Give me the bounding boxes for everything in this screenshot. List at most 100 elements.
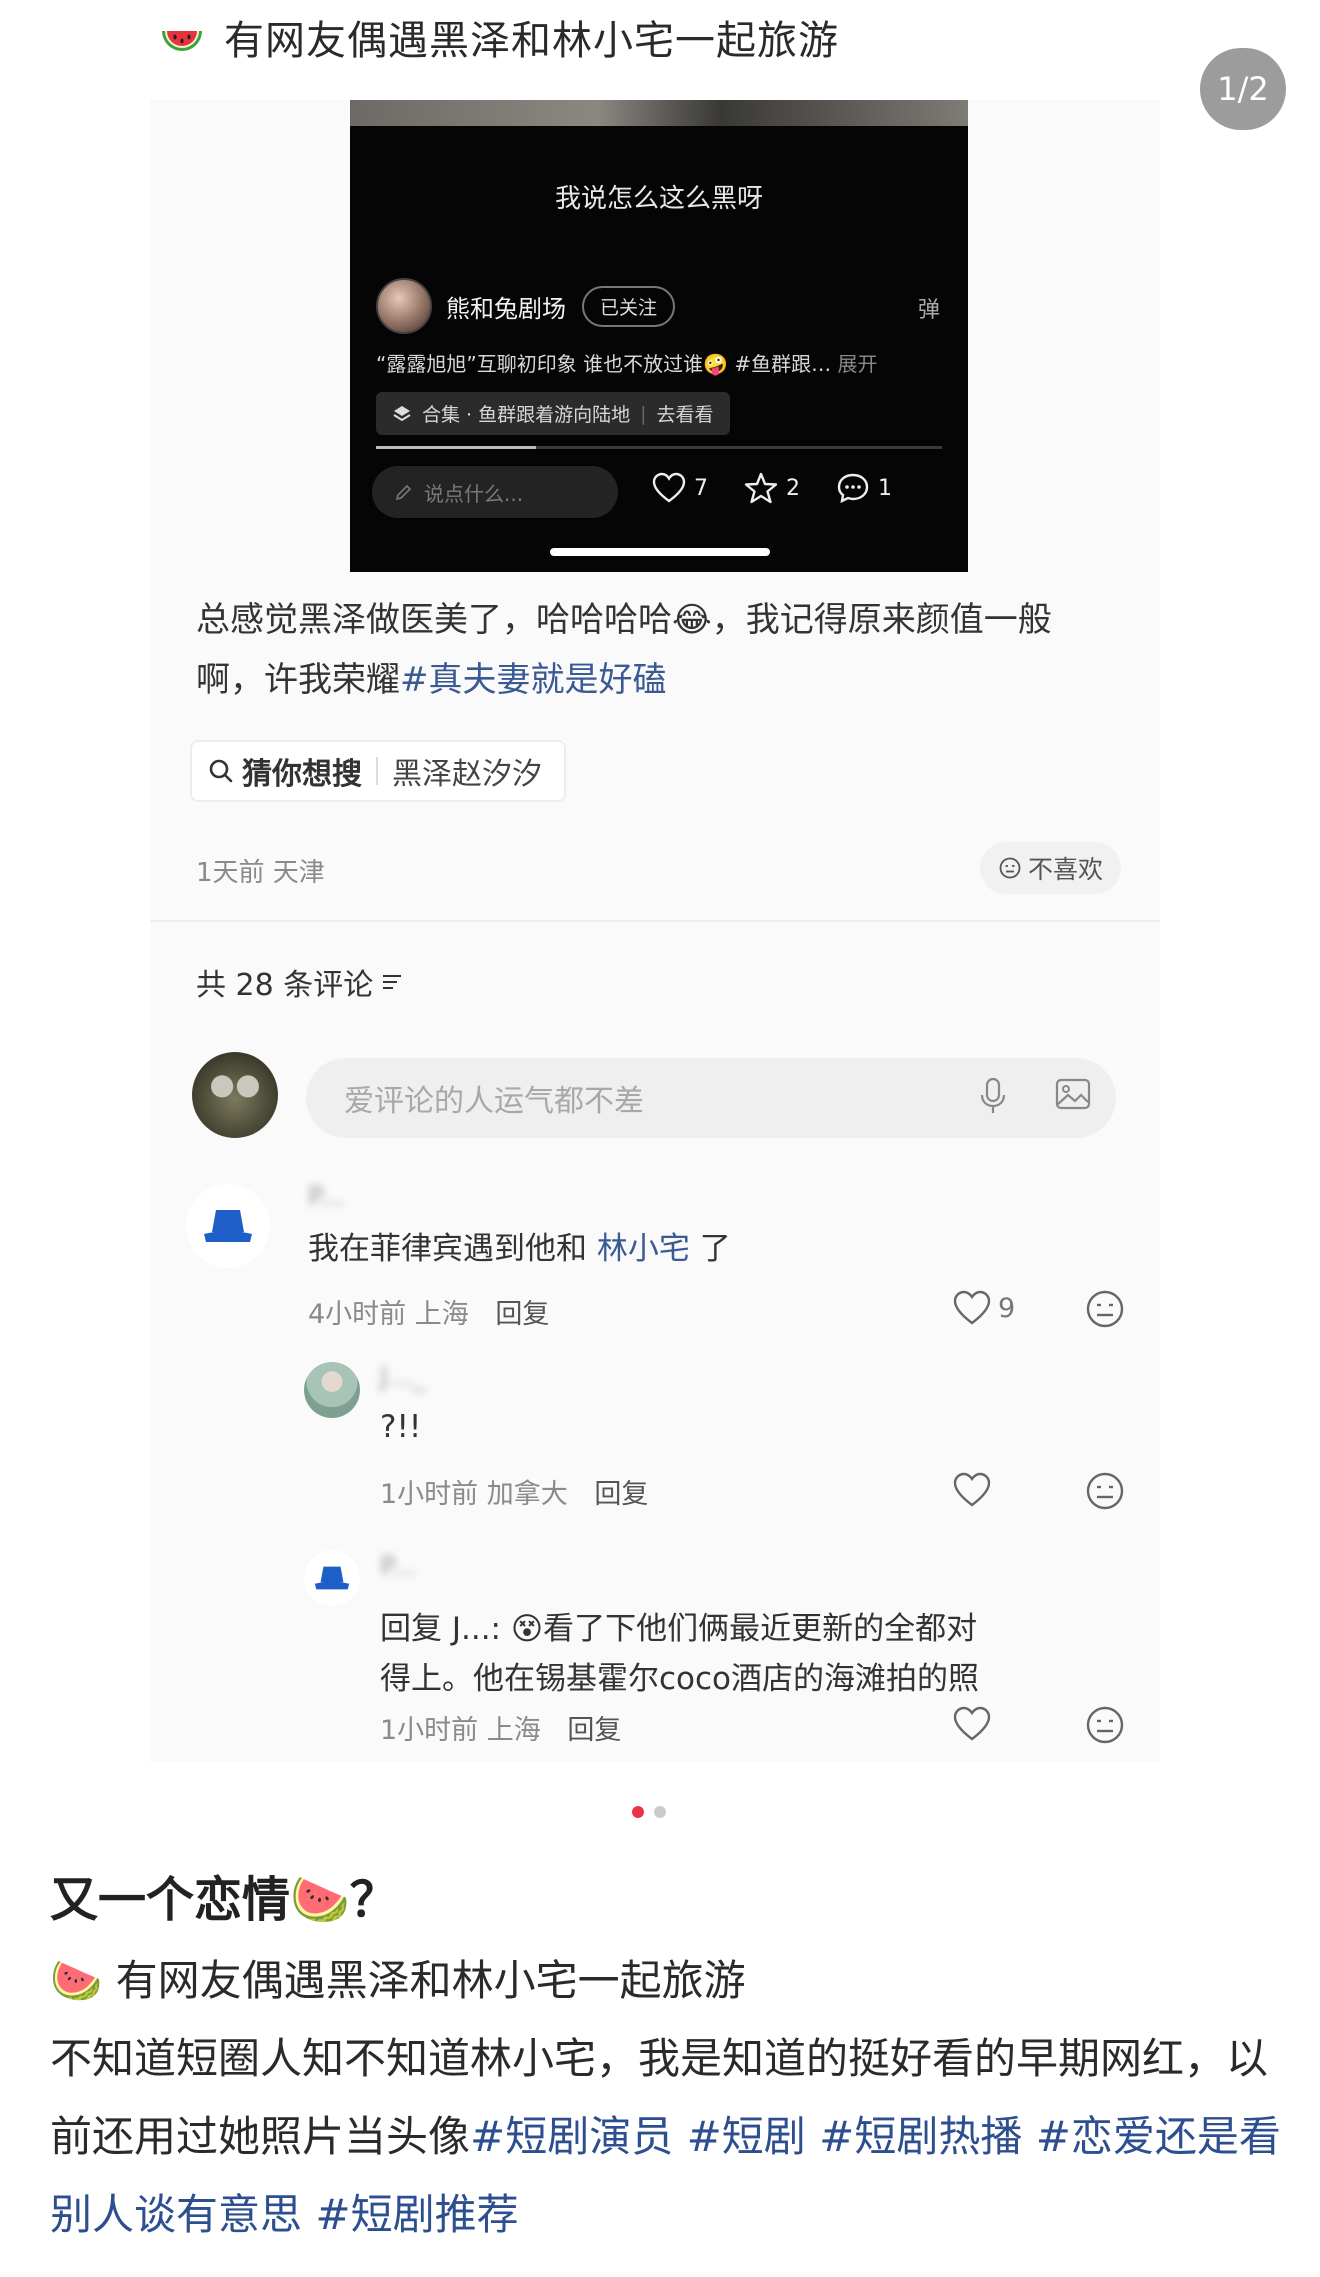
post-hashtag[interactable]: #真夫妻就是好磕 <box>400 660 667 700</box>
video-progress-track[interactable] <box>536 446 942 449</box>
heart-icon <box>652 472 686 503</box>
video-progress-played[interactable] <box>376 446 536 449</box>
reply-time: 1小时前 <box>380 1479 479 1510</box>
reply-dislike-icon[interactable] <box>1084 1470 1126 1512</box>
guess-search-separator <box>376 757 378 785</box>
reply-username[interactable]: J..._ <box>380 1362 425 1392</box>
author-name[interactable]: 熊和兔剧场 <box>446 289 566 324</box>
collection-separator: | <box>640 402 647 425</box>
post-title: 又一个恋情🍉？ <box>50 1872 398 1928</box>
reply-like-button[interactable] <box>952 1706 998 1742</box>
follow-button[interactable]: 已关注 <box>582 285 676 327</box>
reply-text-line2: 得上。他在锡基霍尔coco酒店的海滩拍的照 <box>380 1661 980 1697</box>
comment-text-after: 了 <box>689 1231 731 1267</box>
comment-mention[interactable]: 林小宅 <box>597 1231 690 1267</box>
video-favorite-count: 2 <box>786 475 800 501</box>
image-icon[interactable] <box>1054 1076 1092 1112</box>
comment-like-button[interactable]: 9 <box>952 1290 1015 1326</box>
body-hashtag[interactable]: #短剧演员 <box>470 2112 673 2161</box>
comment-text-before: 我在菲律宾遇到他和 <box>308 1231 597 1267</box>
collection-chip[interactable]: 合集 · 鱼群跟着游向陆地 | 去看看 <box>376 392 730 435</box>
video-actions: 7 2 1 <box>652 472 892 504</box>
reply-meta: 1小时前 加拿大 回复 <box>380 1472 648 1511</box>
reply-text: ?!! <box>380 1409 422 1445</box>
microphone-icon[interactable] <box>978 1076 1008 1116</box>
carousel-dot[interactable] <box>654 1806 666 1818</box>
video-comment-input[interactable]: 说点什么... <box>372 466 618 518</box>
video-author[interactable]: 熊和兔剧场 已关注 <box>376 278 676 334</box>
reply-text-line1: 回复 J...: 😵看了下他们俩最近更新的全都对 <box>380 1611 978 1647</box>
current-user-avatar[interactable] <box>192 1052 278 1138</box>
video-comment-placeholder: 说点什么... <box>424 481 524 506</box>
comment-text: 我在菲律宾遇到他和 林小宅 了 <box>308 1224 731 1274</box>
author-avatar[interactable] <box>376 278 432 334</box>
dislike-label: 不喜欢 <box>1028 855 1104 884</box>
video-like-count: 7 <box>694 475 708 501</box>
video-comment-count: 1 <box>878 475 892 501</box>
body-hashtag[interactable]: #短剧热播 <box>819 2112 1022 2161</box>
meh-face-icon <box>999 857 1021 879</box>
video-like-button[interactable]: 7 <box>652 472 708 504</box>
guess-search-term[interactable]: 黑泽赵汐汐 <box>392 749 542 793</box>
post-text: 总感觉黑泽做医美了，哈哈哈哈😂，我记得原来颜值一般啊，许我荣耀#真夫妻就是好磕 <box>196 590 1096 710</box>
reply-location: 加拿大 <box>486 1479 568 1510</box>
comment-meta: 4小时前 上海 回复 <box>308 1292 549 1331</box>
comments-count: 共 28 条评论 <box>196 968 374 1003</box>
bucket-hat-icon <box>314 1566 350 1590</box>
video-description: “露露旭旭”互聊初印象 谁也不放过谁🤪 #鱼群跟… 展开 <box>376 348 877 377</box>
heart-icon <box>953 1706 991 1741</box>
home-indicator <box>550 548 770 556</box>
carousel-dot-active[interactable] <box>632 1806 644 1818</box>
comment-input[interactable]: 爱评论的人运气都不差 <box>306 1058 1116 1138</box>
reply-button[interactable]: 回复 <box>495 1299 549 1330</box>
reply-avatar[interactable] <box>304 1550 360 1606</box>
comment-like-count: 9 <box>998 1292 1016 1324</box>
comment-dislike-icon[interactable] <box>1084 1288 1126 1330</box>
embedded-screenshot: 我说怎么这么黑呀 熊和兔剧场 已关注 弹 “露露旭旭”互聊初印象 谁也不放过谁🤪… <box>150 100 1160 1762</box>
reply-button[interactable]: 回复 <box>594 1479 648 1510</box>
collection-name: 合集 · 鱼群跟着游向陆地 <box>422 404 631 426</box>
bucket-hat-icon <box>204 1210 252 1242</box>
reply-button[interactable]: 回复 <box>567 1715 621 1746</box>
post-meta: 1天前 天津 <box>196 858 325 888</box>
search-icon <box>209 759 233 783</box>
carousel-dots <box>632 1806 666 1818</box>
comment-bubble-icon <box>837 473 869 504</box>
reply-meta: 1小时前 上海 回复 <box>380 1708 621 1747</box>
star-icon <box>744 472 778 504</box>
comments-header[interactable]: 共 28 条评论 <box>196 960 405 1004</box>
watermelon-icon <box>162 31 202 51</box>
expand-link[interactable]: 展开 <box>837 352 877 376</box>
post-body-first-line: 🍉 有网友偶遇黑泽和林小宅一起旅游 <box>50 1956 746 2005</box>
comment-location: 上海 <box>414 1299 469 1330</box>
danmu-toggle[interactable]: 弹 <box>918 292 940 324</box>
collection-action[interactable]: 去看看 <box>657 400 714 427</box>
video-favorite-button[interactable]: 2 <box>744 472 800 504</box>
guess-search-box[interactable]: 猜你想搜 黑泽赵汐汐 <box>190 740 566 802</box>
layers-icon <box>393 405 411 421</box>
video-comment-button[interactable]: 1 <box>836 472 892 504</box>
pencil-icon <box>395 484 412 501</box>
image-page-counter: 1/2 <box>1200 48 1286 130</box>
reply-location: 上海 <box>486 1715 541 1746</box>
body-hashtag[interactable]: #短剧推荐 <box>315 2190 518 2239</box>
top-caption-text: 有网友偶遇黑泽和林小宅一起旅游 <box>224 18 839 64</box>
video-player[interactable]: 我说怎么这么黑呀 熊和兔剧场 已关注 弹 “露露旭旭”互聊初印象 谁也不放过谁🤪… <box>350 100 968 572</box>
comment-input-icons <box>978 1076 1092 1116</box>
reply-dislike-icon[interactable] <box>1084 1704 1126 1746</box>
section-divider <box>150 920 1160 922</box>
reply-username[interactable]: P... <box>380 1552 416 1582</box>
reply-avatar[interactable] <box>304 1362 360 1418</box>
guess-search-title: 猜你想搜 <box>242 757 362 792</box>
body-hashtag[interactable]: #短剧 <box>687 2112 806 2161</box>
video-frame-strip <box>350 100 968 126</box>
video-description-text: “露露旭旭”互聊初印象 谁也不放过谁🤪 #鱼群跟… <box>376 352 832 376</box>
reply-time: 1小时前 <box>380 1715 479 1746</box>
reply-like-button[interactable] <box>952 1472 998 1508</box>
dislike-button[interactable]: 不喜欢 <box>980 842 1122 894</box>
sort-icon <box>383 975 402 989</box>
comment-time: 4小时前 <box>308 1299 407 1330</box>
top-caption: 有网友偶遇黑泽和林小宅一起旅游 <box>158 8 839 66</box>
comment-username[interactable]: P... <box>308 1182 344 1212</box>
comment-avatar[interactable] <box>186 1184 270 1268</box>
